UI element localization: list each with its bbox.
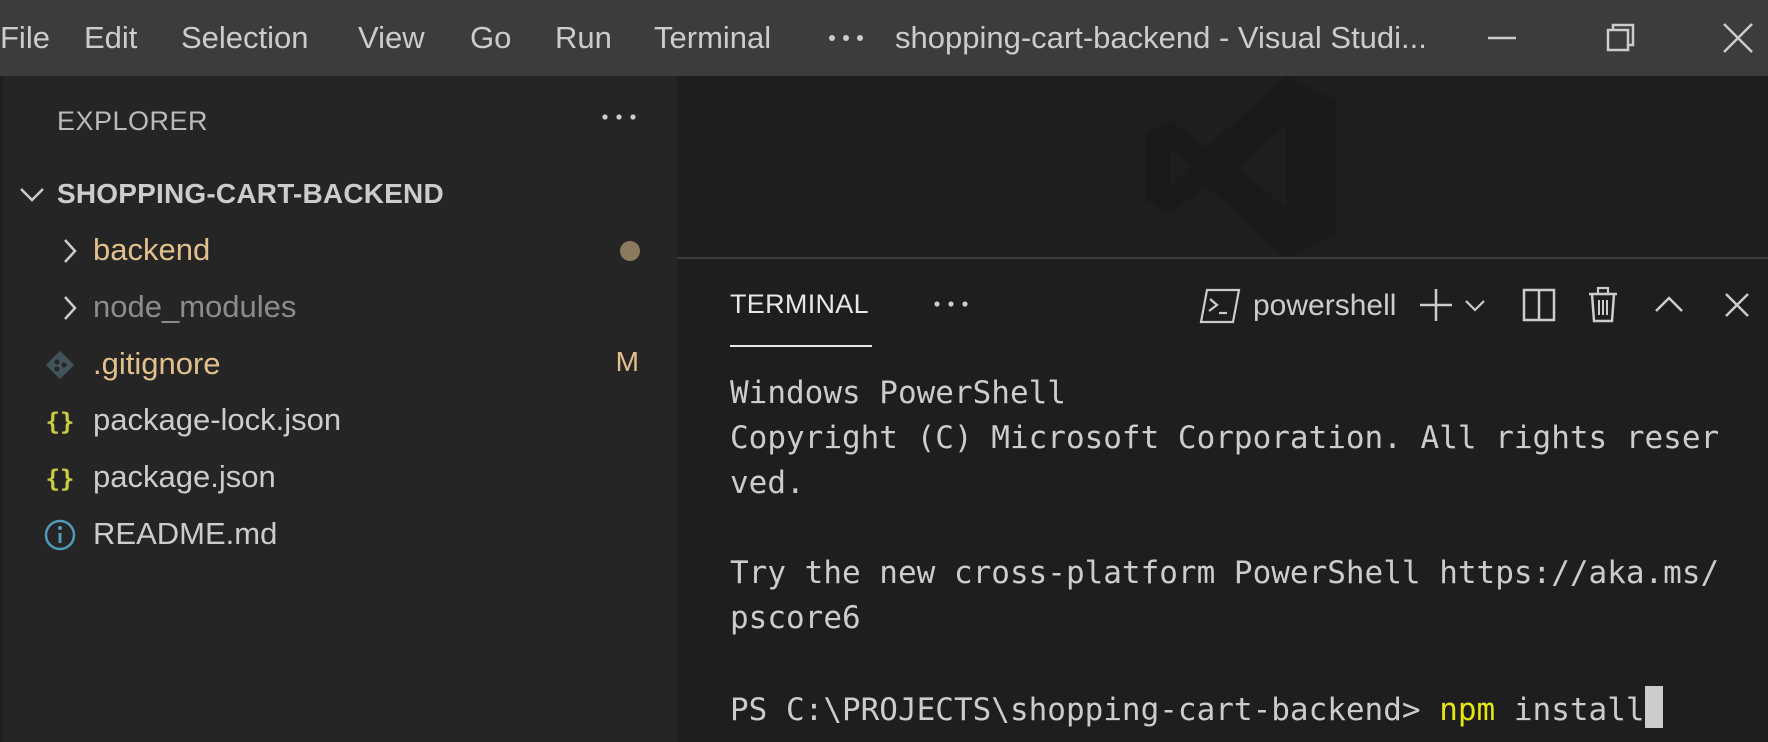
menu-edit[interactable]: Edit <box>84 18 137 58</box>
chevron-down-icon <box>20 188 44 202</box>
tree-item-gitignore[interactable]: .gitignore M <box>3 338 677 388</box>
tree-item-label: package.json <box>93 459 276 494</box>
explorer-more-icon[interactable] <box>599 102 639 132</box>
new-terminal-icon[interactable] <box>1415 285 1457 325</box>
maximize-panel-icon[interactable] <box>1649 285 1689 325</box>
panel-more-icon[interactable] <box>931 289 971 319</box>
prompt-path: PS C:\PROJECTS\shopping-cart-backend> <box>730 692 1440 728</box>
tab-terminal[interactable]: TERMINAL <box>730 289 869 320</box>
menu-file[interactable]: File <box>0 18 50 58</box>
window-title: shopping-cart-backend - Visual Studi... <box>895 20 1427 55</box>
tree-item-label: backend <box>93 232 211 267</box>
explorer-title: EXPLORER <box>57 106 209 136</box>
svg-text:{}: {} <box>46 465 75 493</box>
close-panel-icon[interactable] <box>1717 285 1757 325</box>
terminal-line: ved. <box>730 465 805 501</box>
terminal-line: Windows PowerShell <box>730 375 1066 411</box>
tree-item-label: node_modules <box>93 289 297 324</box>
info-icon <box>44 519 76 551</box>
terminal-output[interactable]: Windows PowerShell Copyright (C) Microso… <box>730 371 1750 731</box>
project-name: SHOPPING-CART-BACKEND <box>57 178 444 209</box>
chevron-right-icon <box>64 239 77 263</box>
explorer-sidebar: EXPLORER SHOPPING-CART-BACKEND backend n… <box>3 76 677 742</box>
menu-selection[interactable]: Selection <box>181 18 309 58</box>
svg-text:{}: {} <box>46 408 75 436</box>
json-file-icon: {} <box>46 408 75 436</box>
tree-item-readme-md[interactable]: README.md <box>3 508 677 558</box>
menu-go[interactable]: Go <box>470 18 511 58</box>
terminal-cursor <box>1644 686 1663 728</box>
tree-item-backend[interactable]: backend <box>3 224 677 274</box>
tree-item-node-modules[interactable]: node_modules <box>3 281 677 331</box>
minimize-icon[interactable] <box>1472 14 1532 62</box>
project-folder-header[interactable]: SHOPPING-CART-BACKEND <box>3 172 677 218</box>
chevron-down-icon[interactable] <box>1461 285 1489 325</box>
prompt-args: install <box>1495 692 1645 728</box>
menu-view[interactable]: View <box>358 18 425 58</box>
restore-icon[interactable] <box>1590 14 1650 62</box>
chevron-right-icon <box>64 296 77 320</box>
menu-terminal[interactable]: Terminal <box>654 18 771 58</box>
tree-item-package-lock-json[interactable]: {} package-lock.json <box>3 394 677 444</box>
modified-badge: M <box>615 346 639 377</box>
tree-item-label: .gitignore <box>93 346 221 381</box>
title-bar: File Edit Selection View Go Run Terminal… <box>0 0 1768 76</box>
tree-item-label: package-lock.json <box>93 402 342 437</box>
json-file-icon: {} <box>46 465 75 493</box>
terminal-prompt-line: PS C:\PROJECTS\shopping-cart-backend> np… <box>730 686 1750 731</box>
active-tab-indicator <box>730 345 872 347</box>
trash-icon[interactable] <box>1583 285 1623 325</box>
menu-run[interactable]: Run <box>555 18 612 58</box>
modified-dot-icon <box>620 241 640 261</box>
more-menu-icon[interactable] <box>826 26 866 50</box>
vscode-logo-icon <box>1146 76 1336 258</box>
prompt-command: npm <box>1439 692 1496 728</box>
terminal-line: pscore6 <box>730 600 861 636</box>
shell-name[interactable]: powershell <box>1253 289 1396 323</box>
terminal-line: Try the new cross-platform PowerShell ht… <box>730 555 1720 591</box>
terminal-line: Copyright (C) Microsoft Corporation. All… <box>730 420 1720 456</box>
tree-item-package-json[interactable]: {} package.json <box>3 451 677 501</box>
terminal-panel: TERMINAL powershell Windows PowerShell C… <box>677 257 1768 742</box>
git-file-icon <box>45 350 75 380</box>
terminal-shell-icon <box>1199 288 1241 324</box>
split-terminal-icon[interactable] <box>1519 285 1559 325</box>
close-window-icon[interactable] <box>1708 14 1768 62</box>
tree-item-label: README.md <box>93 516 278 551</box>
